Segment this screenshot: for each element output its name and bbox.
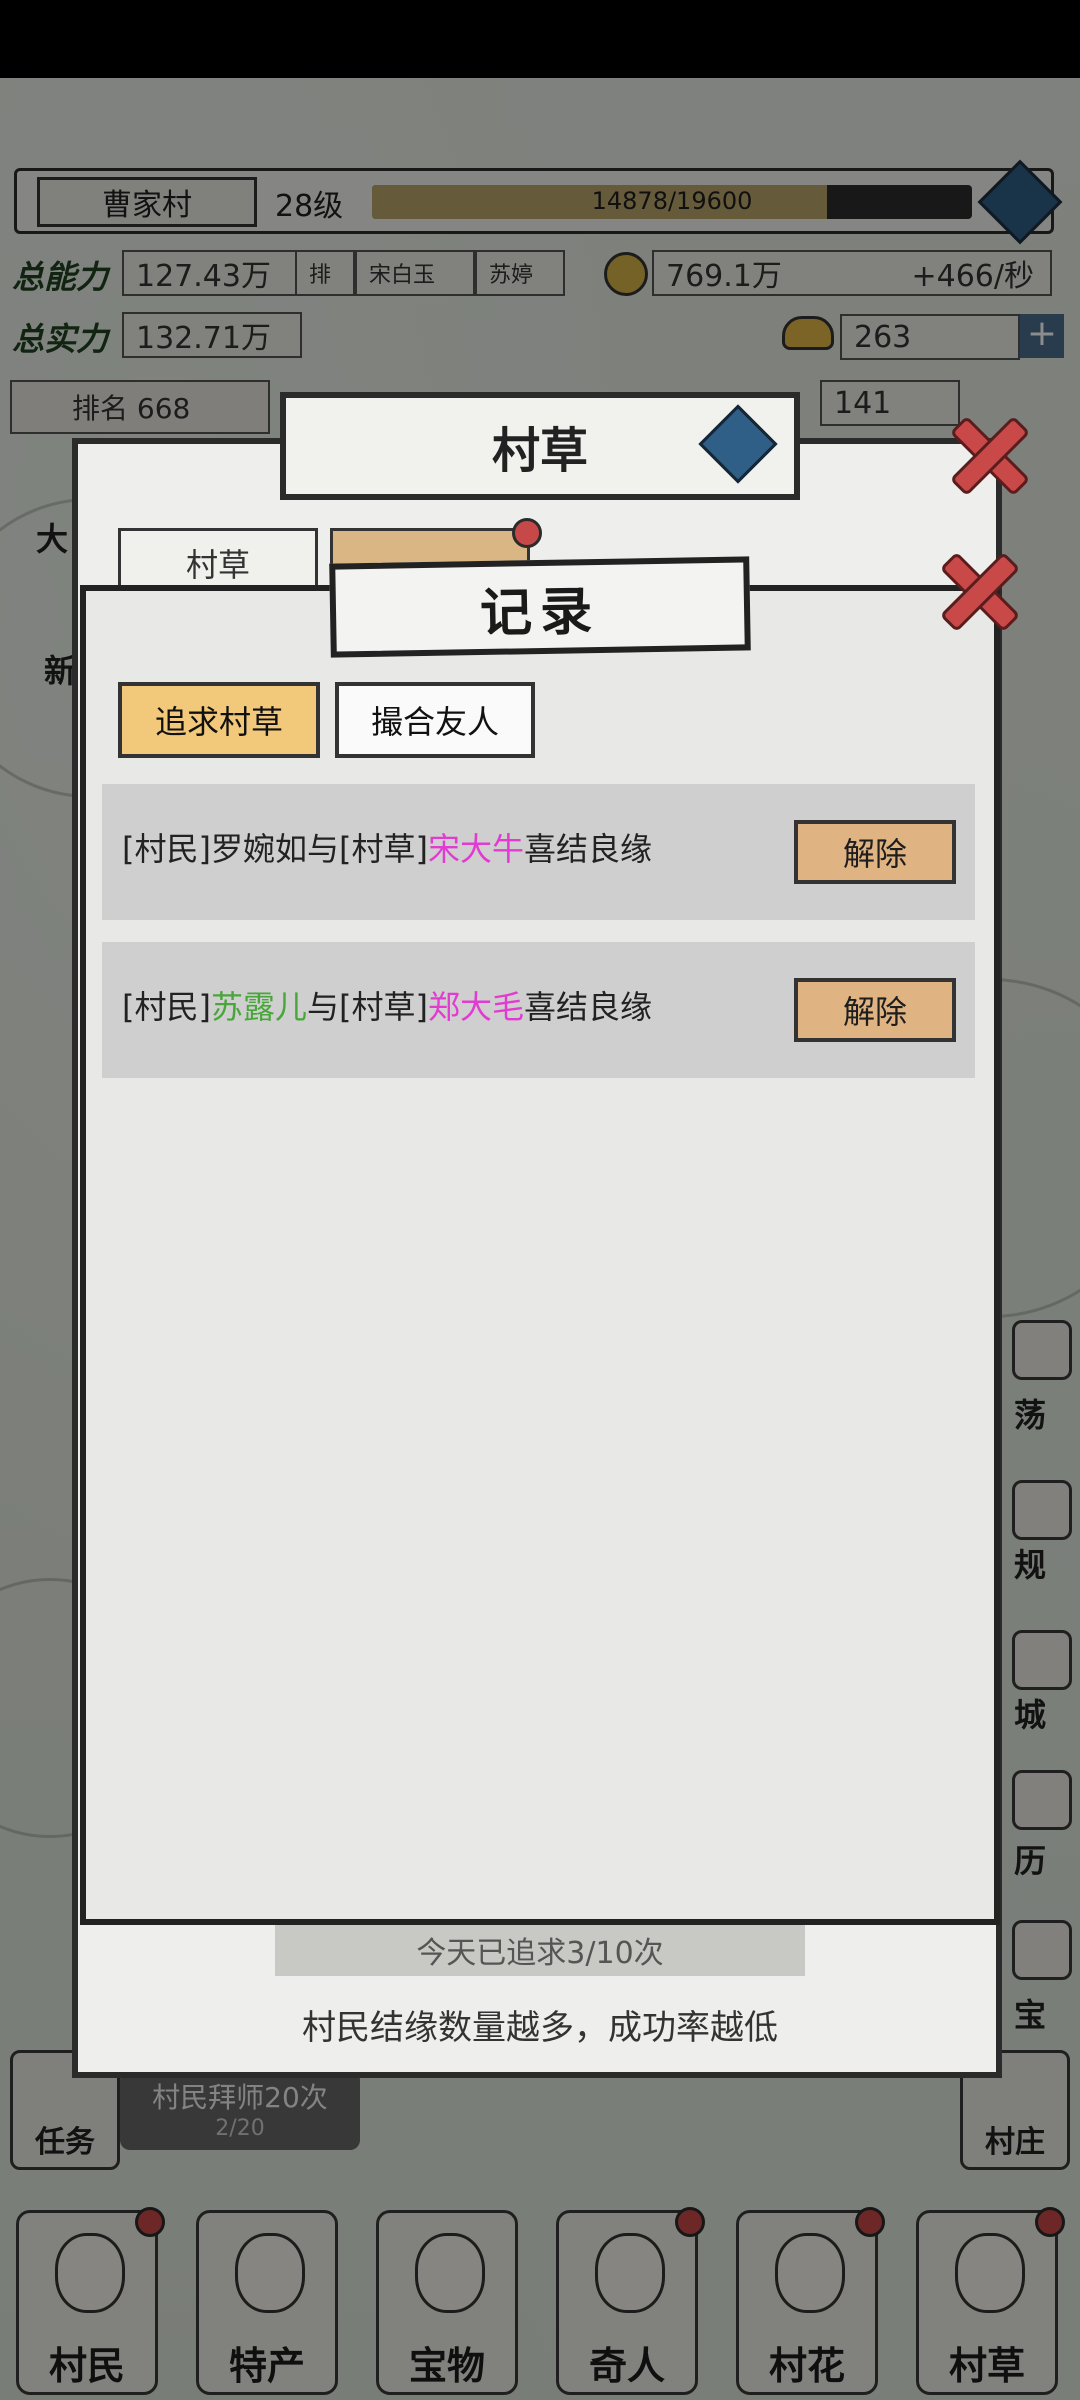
status-bar — [0, 0, 1080, 78]
record-text: [村民]苏露儿与[村草]郑大毛喜结良缘 — [122, 988, 653, 1026]
tab-matchmake-friends[interactable]: 撮合友人 — [335, 682, 535, 758]
record-text: [村民]罗婉如与[村草]宋大牛喜结良缘 — [122, 830, 653, 868]
dissolve-button[interactable]: 解除 — [794, 820, 956, 884]
hint-text: 村民结缘数量越多，成功率越低 — [302, 2008, 778, 2048]
notification-dot — [512, 518, 542, 548]
daily-pursuit-count: 今天已追求3/10次 — [275, 1924, 805, 1976]
dissolve-button[interactable]: 解除 — [794, 978, 956, 1042]
record-title: 记录 — [329, 556, 751, 658]
tab-pursue-village-grass[interactable]: 追求村草 — [118, 682, 320, 758]
close-icon[interactable] — [925, 536, 1025, 636]
close-icon[interactable] — [935, 400, 1035, 500]
list-item: [村民]罗婉如与[村草]宋大牛喜结良缘 解除 — [102, 784, 975, 920]
list-item: [村民]苏露儿与[村草]郑大毛喜结良缘 解除 — [102, 942, 975, 1078]
